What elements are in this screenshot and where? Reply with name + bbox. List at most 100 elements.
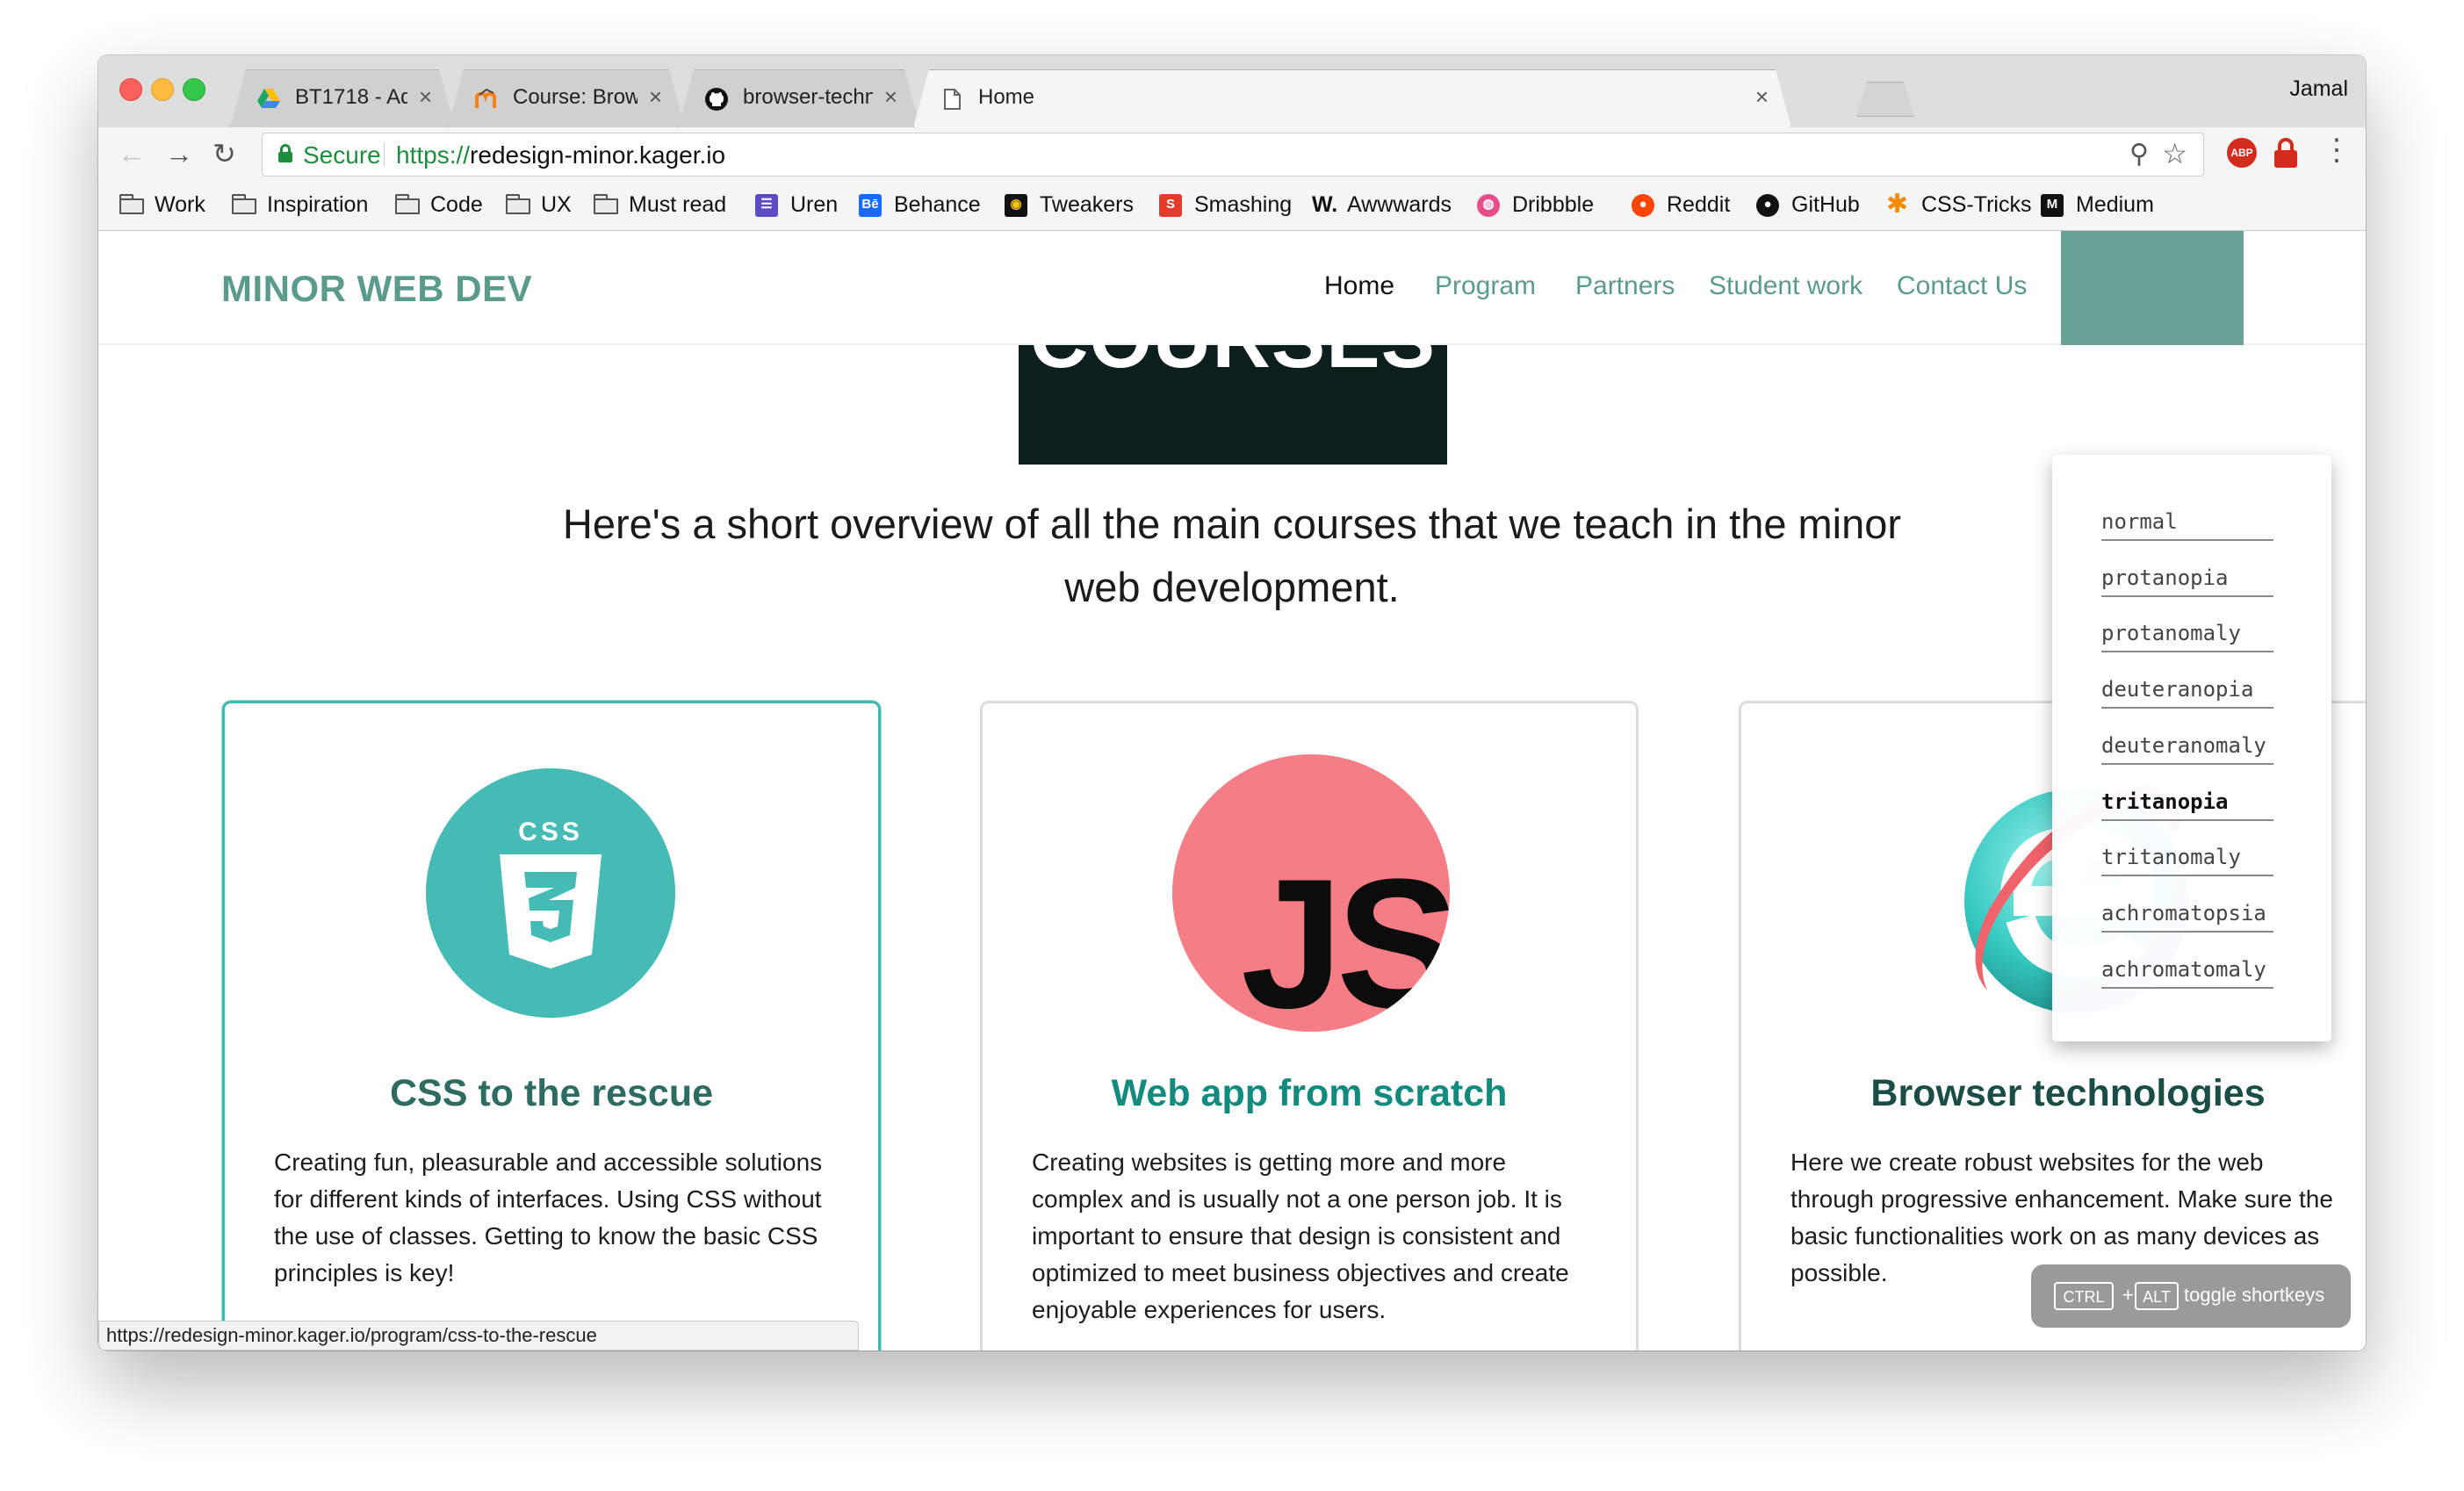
filter-option-protanomaly[interactable]: protanomaly [2101, 621, 2273, 652]
filter-option-tritanopia[interactable]: tritanopia [2101, 789, 2273, 821]
browser-toolbar: ← → ↻ Secure https://redesign-minor.kage… [98, 127, 2366, 180]
folder-icon [395, 194, 420, 215]
javascript-logo-icon: JS [1172, 754, 1450, 1032]
tab-close-icon[interactable]: × [419, 83, 432, 111]
course-title[interactable]: Browser technologies [1741, 1072, 2366, 1115]
ctrl-key: CTRL [2054, 1282, 2114, 1310]
bookmark-label: GitHub [1791, 192, 1860, 217]
tab-bt1718-admin[interactable]: BT1718 - Admin × [230, 69, 455, 127]
list-icon: ☰ [755, 194, 778, 217]
address-bar[interactable]: Secure https://redesign-minor.kager.io ⚲… [262, 133, 2204, 176]
nav-contact-us[interactable]: Contact Us [1897, 271, 2027, 301]
awwwards-icon: W. [1312, 192, 1338, 217]
filter-option-achromatopsia[interactable]: achromatopsia [2101, 901, 2273, 933]
bookmark-label: CSS-Tricks [1921, 192, 2032, 217]
nav-program[interactable]: Program [1435, 271, 1536, 301]
filter-option-deuteranomaly[interactable]: deuteranomaly [2101, 733, 2273, 765]
profile-name[interactable]: Jamal [2289, 76, 2348, 102]
alt-key: ALT [2135, 1282, 2179, 1310]
github-icon [705, 88, 728, 111]
back-arrow-icon[interactable]: ← [118, 138, 146, 169]
bookmark-label: Uren [790, 192, 839, 217]
tab-close-icon[interactable]: × [884, 83, 897, 111]
site-logo[interactable]: MINOR WEB DEV [221, 268, 532, 310]
bookmark-label: Tweakers [1040, 192, 1134, 217]
tab-github-opdracht[interactable]: browser-technologies/opdracht × [678, 69, 920, 127]
course-title[interactable]: Web app from scratch [983, 1072, 1636, 1115]
bookmark-label: Awwwards [1347, 192, 1452, 217]
bookmark-label: Code [430, 192, 483, 217]
tab-course-browser-technologies[interactable]: Course: Browser Technologies × [448, 69, 685, 127]
nav-partners[interactable]: Partners [1575, 271, 1675, 301]
folder-icon [232, 194, 256, 215]
course-description: Creating fun, pleasurable and accessible… [274, 1149, 823, 1286]
browser-window: BT1718 - Admin × Course: Browser Technol… [98, 55, 2366, 1351]
secure-label: Secure [303, 141, 381, 169]
medium-icon: M [2041, 194, 2064, 217]
bookmark-label: Medium [2076, 192, 2154, 217]
link-status-bar: https://redesign-minor.kager.io/program/… [98, 1321, 859, 1351]
tab-close-icon[interactable]: × [1755, 83, 1769, 111]
tab-title: Home [978, 85, 1035, 109]
intro-line-2: web development. [1064, 564, 1400, 610]
smashing-icon: S [1159, 194, 1182, 217]
nav-student-work[interactable]: Student work [1709, 271, 1862, 301]
window-maximize-button[interactable] [183, 78, 205, 101]
adblock-plus-icon[interactable]: ABP [2227, 138, 2257, 168]
shortkeys-hint[interactable]: CTRL + ALT toggle shortkeys [2031, 1264, 2351, 1328]
behance-icon: Bē [859, 194, 882, 217]
color-filter-dropdown: normal protanopia protanomaly deuteranop… [2052, 455, 2331, 1041]
courses-title: COURSES [1030, 295, 1436, 385]
folder-icon [506, 194, 530, 215]
github-icon: ● [1756, 194, 1779, 217]
course-card-css[interactable]: CSS CSS to the rescue Creating fun, plea… [222, 701, 881, 1351]
js-logo-text: JS [1241, 840, 1450, 1033]
browser-menu-icon[interactable]: ⋮ [2322, 133, 2352, 168]
secure-lock-icon [278, 144, 292, 162]
bookmark-label: Smashing [1194, 192, 1293, 217]
window-minimize-button[interactable] [151, 78, 174, 101]
tab-home[interactable]: Home × [913, 69, 1791, 127]
page-viewport: MINOR WEB DEV Home Program Partners Stud… [98, 231, 2366, 1351]
course-card-web-app[interactable]: JS Web app from scratch Creating website… [980, 701, 1639, 1351]
moodle-icon [475, 88, 496, 108]
url-text[interactable]: https://redesign-minor.kager.io [396, 141, 725, 169]
intro-text: Here's a short overview of all the main … [537, 493, 1927, 619]
svg-text:CSS: CSS [518, 818, 583, 846]
window-close-button[interactable] [119, 78, 142, 101]
course-title[interactable]: CSS to the rescue [225, 1072, 878, 1115]
password-lock-extension-icon[interactable] [2274, 138, 2297, 168]
page-icon [944, 89, 961, 110]
url-host: redesign-minor.kager.io [470, 141, 726, 169]
bookmark-label: Behance [894, 192, 981, 217]
bookmark-label: UX [541, 192, 572, 217]
tab-close-icon[interactable]: × [649, 83, 662, 111]
tab-title: BT1718 - Admin [295, 85, 407, 109]
folder-icon [119, 194, 144, 215]
zoom-icon[interactable]: ⚲ [2129, 139, 2149, 169]
filter-option-normal[interactable]: normal [2101, 509, 2273, 541]
css3-logo-icon: CSS [426, 768, 675, 1018]
new-tab-button[interactable] [1856, 82, 1914, 117]
signup-button[interactable] [2061, 231, 2244, 345]
bookmark-star-icon[interactable]: ☆ [2162, 137, 2187, 170]
dribbble-icon: ◍ [1477, 194, 1500, 217]
filter-option-tritanomaly[interactable]: tritanomaly [2101, 845, 2273, 876]
intro-line-1: Here's a short overview of all the main … [562, 501, 1902, 547]
reload-icon[interactable]: ↻ [213, 138, 236, 169]
filter-option-deuteranopia[interactable]: deuteranopia [2101, 677, 2273, 709]
tab-title: Course: Browser Technologies [513, 85, 638, 109]
url-scheme: https:// [396, 141, 471, 169]
bookmark-label: Dribbble [1512, 192, 1595, 217]
tab-strip: BT1718 - Admin × Course: Browser Technol… [98, 55, 2366, 127]
filter-option-protanopia[interactable]: protanopia [2101, 565, 2273, 597]
plus-sign: + [2122, 1284, 2134, 1306]
bookmarks-bar: Work Inspiration Code UX Must read ☰ Uren… [98, 180, 2366, 231]
forward-arrow-icon[interactable]: → [165, 138, 193, 169]
course-description: Creating websites is getting more and mo… [1032, 1149, 1569, 1323]
folder-icon [594, 194, 618, 215]
bookmark-label: Reddit [1667, 192, 1731, 217]
filter-option-achromatomaly[interactable]: achromatomaly [2101, 957, 2273, 989]
bookmark-label: Work [155, 192, 205, 217]
shortkeys-label: toggle shortkeys [2184, 1284, 2325, 1306]
